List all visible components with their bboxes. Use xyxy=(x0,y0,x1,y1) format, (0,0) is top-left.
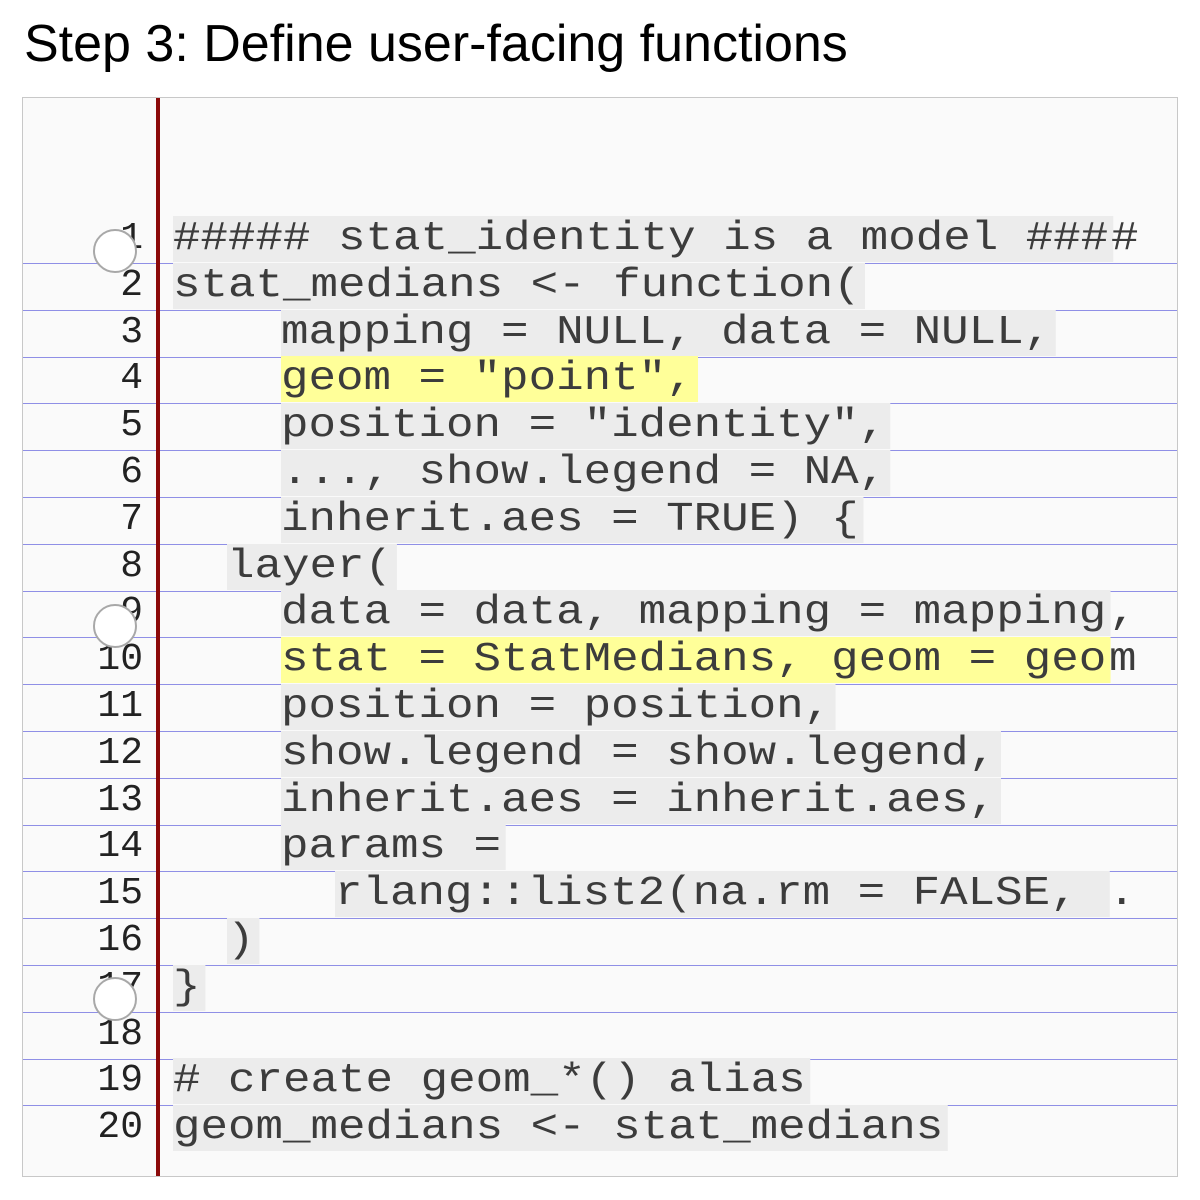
code-text: position = "identity", xyxy=(281,403,891,450)
code-overflow-text: , xyxy=(1109,590,1137,637)
code-text: stat_medians <- function( xyxy=(173,262,866,309)
code-line: 18 xyxy=(23,1012,1177,1058)
code-text: data = data, mapping = mapping xyxy=(281,590,1111,637)
code-line: 15 rlang::list2(na.rm = FALSE, . xyxy=(23,871,1177,918)
code-line: 1##### stat_identity is a model #### xyxy=(23,216,1177,262)
code-line: 2 stat_medians <- function( xyxy=(23,262,1177,309)
line-number: 7 xyxy=(120,497,143,541)
code-text: } xyxy=(173,964,205,1011)
code-line: 20 geom_medians <- stat_medians xyxy=(23,1105,1177,1152)
line-number: 8 xyxy=(120,544,143,588)
highlighted-code-text: geom = "point", xyxy=(281,356,699,403)
code-text: inherit.aes = TRUE) { xyxy=(281,496,864,543)
code-overflow-text: . xyxy=(1107,871,1136,918)
code-text: position = position, xyxy=(281,684,836,730)
line-number: 19 xyxy=(97,1059,143,1103)
code-line: 14 params = xyxy=(23,824,1177,871)
code-line: 7 inherit.aes = TRUE) { xyxy=(23,496,1177,543)
code-overflow-text: # xyxy=(1111,216,1139,262)
highlighted-code-text: stat = StatMedians, geom = geo xyxy=(281,637,1111,684)
binder-hole xyxy=(93,977,137,1021)
line-number: 13 xyxy=(97,778,143,822)
code-line: 9data = data, mapping = mapping, xyxy=(23,590,1177,637)
line-number: 14 xyxy=(97,825,143,869)
margin-line xyxy=(156,98,160,1176)
line-number: 20 xyxy=(97,1106,143,1150)
line-number: 15 xyxy=(97,872,143,916)
code-line: 17} xyxy=(23,964,1177,1011)
notebook-paper: 1##### stat_identity is a model ####2sta… xyxy=(22,97,1178,1177)
code-text: ##### stat_identity is a model ### xyxy=(173,216,1113,262)
code-text: mapping = NULL, data = NULL, xyxy=(281,309,1056,356)
code-text: layer( xyxy=(227,543,397,590)
code-line: 8 layer( xyxy=(23,543,1177,590)
code-line: 10 stat = StatMedians, geom = geo m xyxy=(23,637,1177,684)
line-number: 12 xyxy=(97,731,143,775)
code-text: ..., show.legend = NA, xyxy=(281,450,891,496)
binder-hole xyxy=(93,604,137,648)
code-line: 6 ..., show.legend = NA, xyxy=(23,450,1177,496)
code-line: 11 position = position, xyxy=(23,684,1177,730)
code-text: ) xyxy=(227,918,259,964)
code-text: show.legend = show.legend, xyxy=(281,730,1001,777)
code-line: 19 # create geom_*() alias xyxy=(23,1058,1177,1105)
code-line: 4 geom = "point", xyxy=(23,356,1177,403)
code-line: 3 mapping = NULL, data = NULL, xyxy=(23,309,1177,356)
page-title: Step 3: Define user-facing functions xyxy=(24,15,848,73)
code-text: geom_medians <- stat_medians xyxy=(173,1105,948,1152)
line-number: 11 xyxy=(97,685,143,728)
code-line: 13 inherit.aes = inherit.aes, xyxy=(23,777,1177,824)
code-text: rlang::list2(na.rm = FALSE, xyxy=(335,871,1110,918)
binder-hole xyxy=(93,229,137,273)
code-overflow-text: m xyxy=(1109,637,1137,684)
code-text: # create geom_*() alias xyxy=(173,1058,811,1105)
line-number: 5 xyxy=(120,404,143,448)
line-number: 3 xyxy=(120,310,143,354)
line-number: 6 xyxy=(120,451,143,494)
code-line: 5 position = "identity", xyxy=(23,403,1177,450)
line-number: 4 xyxy=(120,357,143,401)
code-text: params = xyxy=(281,824,506,871)
code-line: 12 show.legend = show.legend, xyxy=(23,730,1177,777)
line-number: 16 xyxy=(97,919,143,962)
code-text: inherit.aes = inherit.aes, xyxy=(281,777,1001,824)
code-line: 16) xyxy=(23,918,1177,964)
